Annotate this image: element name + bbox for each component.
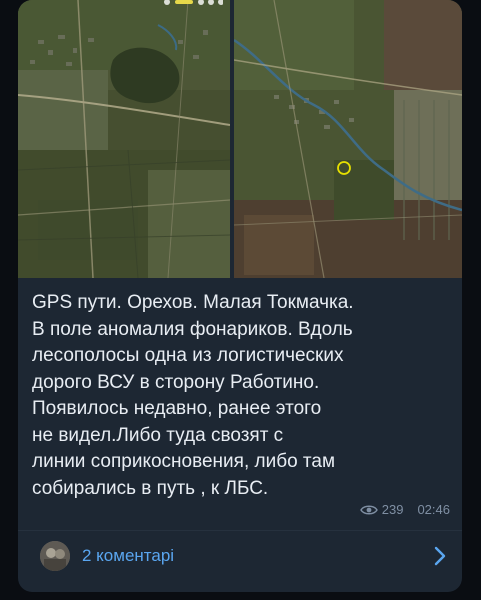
comments-count-label[interactable]: 2 коментарі [82,546,174,566]
satellite-map-right [234,0,462,278]
satellite-map-left [18,0,230,278]
media-counter-dots [164,0,223,5]
satellite-image-right[interactable] [234,0,462,278]
satellite-image-left[interactable] [18,0,230,278]
message-bubble[interactable]: GPS пути. Орехов. Малая Токмачка. В поле… [18,0,462,592]
commenter-avatar [40,541,70,571]
message-meta: 239 02:46 [359,502,450,517]
media-album[interactable] [18,0,462,278]
eye-icon [359,505,378,514]
comments-bar[interactable]: 2 коментарі [18,531,462,581]
chevron-right-icon[interactable] [434,546,446,566]
chat-background: GPS пути. Орехов. Малая Токмачка. В поле… [0,0,481,600]
message-time: 02:46 [417,502,450,517]
message-text: GPS пути. Орехов. Малая Токмачка. В поле… [32,292,354,499]
views-count: 239 [381,502,404,517]
